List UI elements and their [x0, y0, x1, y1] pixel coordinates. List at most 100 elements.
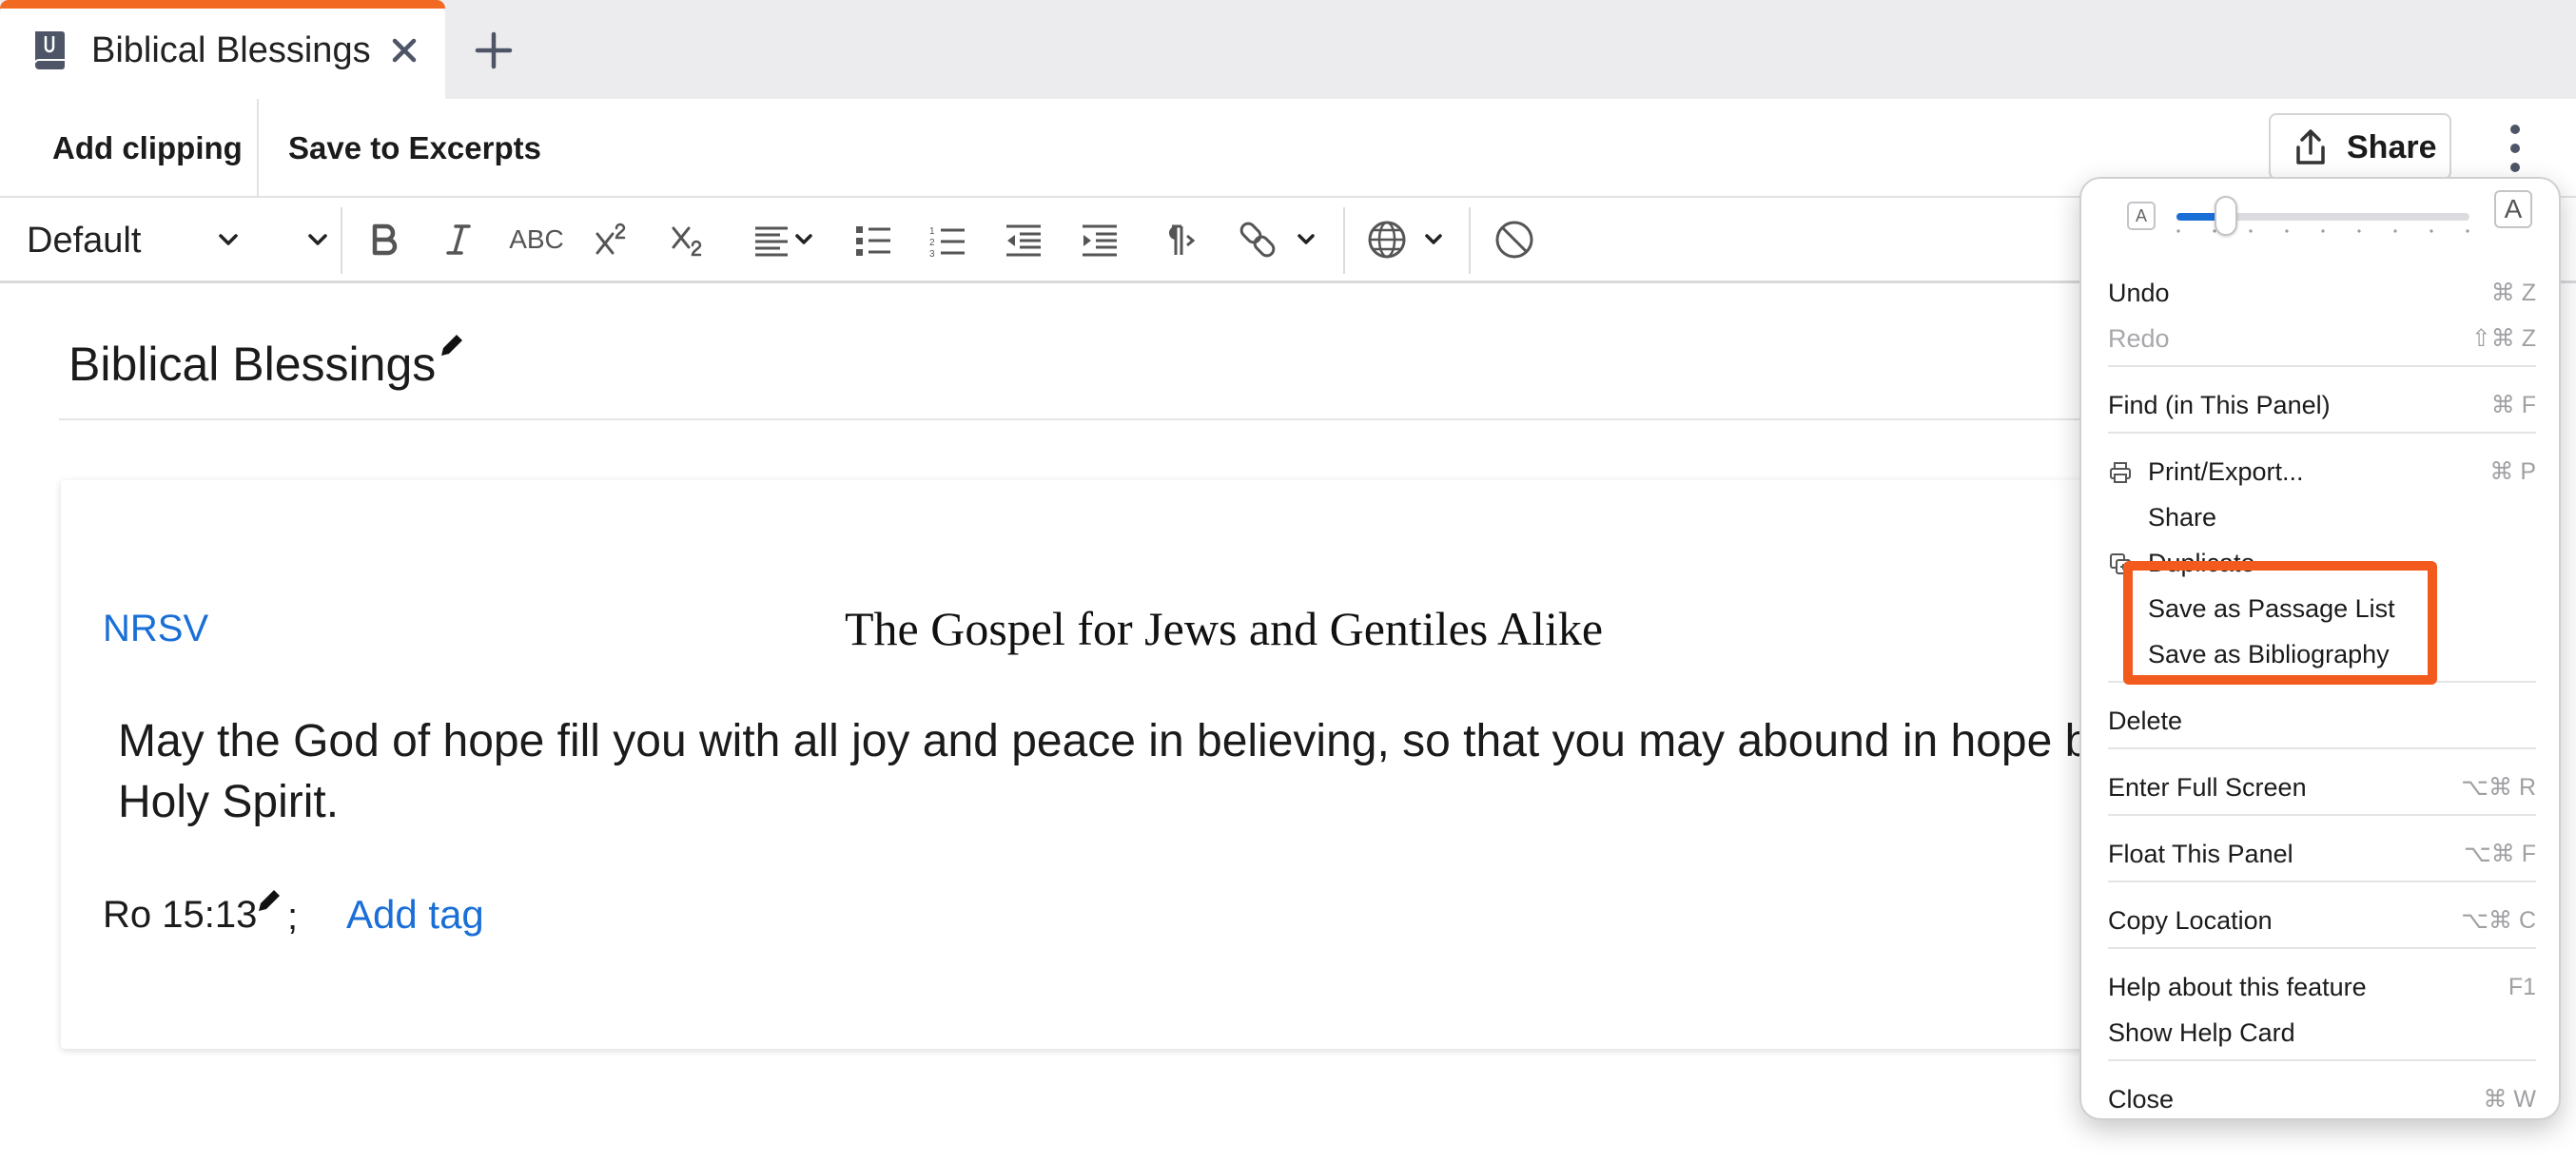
slider-tick — [2249, 229, 2253, 233]
slider-tick — [2357, 229, 2361, 233]
menu-item-label: Print/Export... — [2148, 457, 2304, 486]
menu-item-delete[interactable]: Delete — [2108, 698, 2536, 744]
highlight-annotation — [2123, 561, 2437, 685]
action-divider — [257, 99, 259, 198]
bible-version-link[interactable]: NRSV — [103, 605, 208, 652]
slider-tick — [2466, 229, 2469, 233]
italic-icon[interactable] — [439, 215, 478, 264]
slider-tick — [2176, 229, 2180, 233]
share-icon — [2296, 129, 2325, 165]
subscript-icon[interactable] — [668, 215, 706, 264]
passage-line-2: Holy Spirit. — [118, 777, 340, 827]
font-size-large-label: A — [2494, 190, 2532, 228]
pencil-icon[interactable] — [436, 329, 468, 361]
more-options-icon[interactable] — [2500, 120, 2530, 177]
menu-item-label: Share — [2148, 503, 2217, 532]
align-left-icon[interactable] — [751, 215, 818, 264]
menu-item-shortcut: ⌘ Z — [2490, 280, 2536, 306]
menu-separator — [2108, 365, 2536, 367]
menu-separator — [2108, 432, 2536, 434]
font-size-small-label: A — [2127, 202, 2156, 230]
document-title[interactable]: Biblical Blessings — [68, 335, 436, 394]
tab-active-indicator — [0, 0, 445, 9]
menu-item-float-this-panel[interactable]: Float This Panel ⌥⌘ F — [2108, 831, 2536, 877]
menu-item-shortcut: ⌘ W — [2483, 1086, 2536, 1113]
outdent-icon[interactable] — [1003, 215, 1044, 264]
tab-biblical-blessings[interactable]: Biblical Blessings — [0, 0, 445, 99]
menu-separator — [2108, 881, 2536, 882]
font-size-slider-knob[interactable] — [2215, 196, 2238, 236]
menu-item-label: Show Help Card — [2108, 1018, 2295, 1047]
menu-item-enter-full-screen[interactable]: Enter Full Screen ⌥⌘ R — [2108, 765, 2536, 810]
passage-heading: The Gospel for Jews and Gentiles Alike — [845, 602, 1604, 655]
svg-text:1: 1 — [929, 226, 935, 237]
passage-text: May the God of hope fill you with all jo… — [118, 711, 2116, 833]
menu-item-label: Delete — [2108, 707, 2183, 735]
menu-item-copy-location[interactable]: Copy Location ⌥⌘ C — [2108, 898, 2536, 943]
add-clipping-button[interactable]: Add clipping — [52, 127, 243, 169]
slider-tick — [2430, 229, 2433, 233]
share-button[interactable]: Share — [2269, 113, 2451, 180]
chevron-down-icon — [219, 234, 238, 245]
menu-item-shortcut: ⌘ F — [2490, 392, 2536, 418]
toolbar-divider — [1469, 207, 1471, 274]
passage-line-1: May the God of hope fill you with all jo… — [118, 716, 2091, 766]
menu-item-shortcut: F1 — [2508, 974, 2536, 1000]
superscript-icon[interactable] — [592, 215, 630, 264]
numbered-list-icon[interactable]: 1 2 3 — [927, 215, 968, 264]
share-button-label: Share — [2347, 129, 2437, 165]
save-to-excerpts-button[interactable]: Save to Excerpts — [288, 127, 541, 169]
menu-item-shortcut: ⇧⌘ Z — [2470, 325, 2536, 352]
menu-item-share[interactable]: Share — [2108, 494, 2536, 540]
menu-separator — [2108, 814, 2536, 816]
slider-tick — [2285, 229, 2289, 233]
slider-tick — [2393, 229, 2397, 233]
menu-item-show-help-card[interactable]: Show Help Card — [2108, 1010, 2536, 1055]
strikethrough-button[interactable]: ABC — [508, 215, 565, 264]
svg-text:3: 3 — [929, 249, 935, 260]
indent-icon[interactable] — [1079, 215, 1121, 264]
close-icon[interactable] — [382, 29, 426, 72]
link-icon[interactable] — [1235, 215, 1322, 264]
clear-formatting-icon[interactable] — [1492, 215, 1537, 264]
menu-item-close[interactable]: Close ⌘ W — [2108, 1076, 2536, 1122]
bold-icon[interactable] — [365, 215, 403, 264]
menu-separator — [2108, 747, 2536, 749]
toolbar-divider — [341, 207, 342, 274]
menu-item-label: Undo — [2108, 279, 2170, 307]
slider-tick — [2321, 229, 2325, 233]
toolbar-divider — [1343, 207, 1345, 274]
bulleted-list-icon[interactable] — [852, 215, 894, 264]
menu-item-label: Enter Full Screen — [2108, 773, 2307, 802]
language-globe-icon[interactable] — [1364, 215, 1452, 264]
menu-separator — [2108, 947, 2536, 949]
menu-item-shortcut: ⌥⌘ F — [2463, 841, 2536, 867]
text-direction-icon[interactable] — [1153, 215, 1195, 264]
reference-separator: ; — [287, 896, 299, 938]
svg-text:2: 2 — [929, 238, 935, 248]
tab-bar: Biblical Blessings — [0, 0, 2576, 99]
menu-item-shortcut: ⌥⌘ R — [2461, 774, 2536, 801]
paragraph-style-value: Default — [27, 221, 142, 261]
menu-item-shortcut: ⌥⌘ C — [2461, 907, 2536, 934]
menu-item-label: Float This Panel — [2108, 840, 2293, 868]
menu-item-label: Help about this feature — [2108, 973, 2367, 1001]
menu-item-label: Find (in This Panel) — [2108, 391, 2331, 419]
menu-item-label: Copy Location — [2108, 906, 2273, 935]
menu-item-label: Close — [2108, 1085, 2175, 1114]
paragraph-style-select[interactable]: Default — [27, 213, 341, 266]
menu-separator — [2108, 1059, 2536, 1061]
menu-item-undo[interactable]: Undo ⌘ Z — [2108, 270, 2536, 316]
menu-item-find-in-this-panel[interactable]: Find (in This Panel) ⌘ F — [2108, 382, 2536, 428]
menu-item-help-about-this-feature[interactable]: Help about this feature F1 — [2108, 964, 2536, 1010]
new-tab-plus-icon[interactable] — [472, 27, 516, 74]
pencil-icon[interactable] — [253, 884, 285, 917]
printer-icon — [2110, 462, 2131, 483]
chevron-down-icon[interactable] — [304, 226, 331, 253]
add-tag-link[interactable]: Add tag — [346, 888, 484, 941]
menu-item-shortcut: ⌘ P — [2489, 458, 2536, 485]
menu-item-label: Redo — [2108, 324, 2170, 353]
menu-item-print-export[interactable]: Print/Export... ⌘ P — [2108, 449, 2536, 494]
menu-item-redo: Redo ⇧⌘ Z — [2108, 316, 2536, 361]
passage-reference[interactable]: Ro 15:13 — [103, 888, 257, 941]
